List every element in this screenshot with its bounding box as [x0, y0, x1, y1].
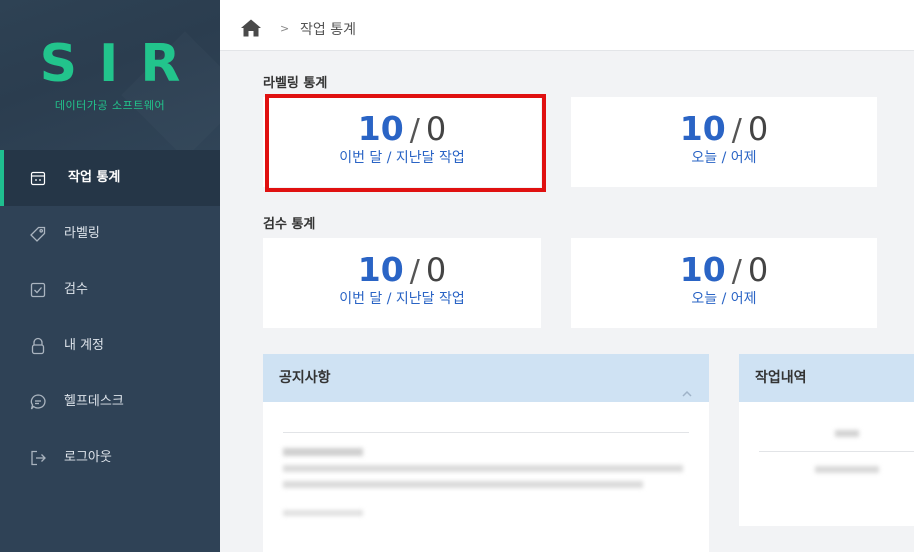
notice-panel-title: 공지사항	[279, 370, 331, 386]
work-history-panel: 작업내역	[739, 354, 914, 526]
labeling-daily-label: 오늘 / 어제	[691, 150, 757, 166]
work-history-divider	[759, 451, 914, 452]
labeling-daily-card: 10/0 오늘 / 어제	[571, 97, 877, 187]
sidebar-item-label: 로그아웃	[64, 450, 112, 465]
labeling-monthly-label: 이번 달 / 지난달 작업	[339, 150, 465, 166]
labeling-daily-values: 10/0	[571, 109, 877, 151]
labeling-monthly-card: 10/0 이번 달 / 지난달 작업	[263, 97, 541, 187]
labeling-stats-title: 라벨링 통계	[263, 76, 328, 91]
labeling-daily-previous: 0	[747, 110, 769, 148]
value-separator: /	[731, 113, 742, 148]
value-separator: /	[731, 254, 742, 289]
logout-icon	[28, 448, 48, 468]
review-monthly-previous: 0	[425, 251, 447, 289]
user-lock-icon	[28, 336, 48, 356]
sidebar-item-label: 검수	[64, 282, 88, 297]
labeling-daily-current: 10	[679, 109, 726, 148]
review-monthly-card: 10/0 이번 달 / 지난달 작업	[263, 238, 541, 328]
sidebar-item-logout[interactable]: 로그아웃	[0, 430, 220, 486]
review-daily-values: 10/0	[571, 250, 877, 292]
home-icon[interactable]	[240, 18, 262, 38]
sidebar-item-my-account[interactable]: 내 계정	[0, 318, 220, 374]
work-history-panel-header[interactable]: 작업내역	[739, 354, 914, 402]
review-monthly-values: 10/0	[263, 250, 541, 292]
sidebar-item-label: 작업 통계	[68, 170, 121, 185]
sidebar-item-label: 라벨링	[64, 226, 100, 241]
logo-tagline: 데이터가공 소프트웨어	[54, 99, 166, 112]
breadcrumb-current: 작업 통계	[300, 22, 356, 38]
calendar-icon	[28, 168, 48, 188]
review-daily-card: 10/0 오늘 / 어제	[571, 238, 877, 328]
sidebar-item-work-stats[interactable]: 작업 통계	[0, 150, 220, 206]
review-daily-label: 오늘 / 어제	[691, 291, 757, 307]
work-history-row[interactable]	[815, 466, 879, 473]
top-bar: > 작업 통계	[220, 0, 914, 51]
notice-list-item[interactable]	[283, 448, 689, 516]
review-monthly-label: 이번 달 / 지난달 작업	[339, 291, 465, 307]
sidebar-item-helpdesk[interactable]: 헬프데스크	[0, 374, 220, 430]
check-square-icon	[28, 280, 48, 300]
notice-panel-header[interactable]: 공지사항	[263, 354, 709, 402]
labeling-monthly-current: 10	[357, 109, 404, 148]
logo[interactable]: SIR	[0, 36, 220, 92]
sidebar-item-review[interactable]: 검수	[0, 262, 220, 318]
tag-icon	[28, 224, 48, 244]
sidebar: SIR 데이터가공 소프트웨어 작업 통계 라벨링 검수 내 계정 헬프데스크 …	[0, 0, 220, 552]
review-daily-current: 10	[679, 250, 726, 289]
breadcrumb-separator: >	[280, 22, 290, 35]
review-stats-title: 검수 통계	[263, 217, 316, 232]
labeling-monthly-previous: 0	[425, 110, 447, 148]
chevron-up-icon[interactable]	[681, 372, 693, 397]
notice-divider	[283, 432, 689, 433]
value-separator: /	[409, 113, 420, 148]
value-separator: /	[409, 254, 420, 289]
review-monthly-current: 10	[357, 250, 404, 289]
sidebar-item-labeling[interactable]: 라벨링	[0, 206, 220, 262]
labeling-monthly-values: 10/0	[263, 109, 541, 151]
chat-bubble-icon	[28, 392, 48, 412]
notice-panel: 공지사항	[263, 354, 709, 552]
work-history-column-header	[835, 430, 859, 437]
sidebar-item-label: 헬프데스크	[64, 394, 124, 409]
brand-area: SIR 데이터가공 소프트웨어	[0, 0, 220, 150]
sidebar-nav: 작업 통계 라벨링 검수 내 계정 헬프데스크 로그아웃	[0, 150, 220, 486]
review-daily-previous: 0	[747, 251, 769, 289]
work-history-panel-title: 작업내역	[755, 370, 807, 386]
sidebar-item-label: 내 계정	[64, 338, 105, 353]
